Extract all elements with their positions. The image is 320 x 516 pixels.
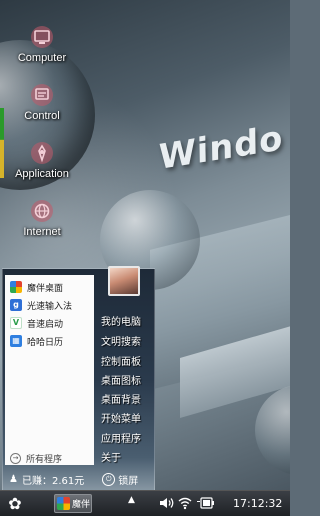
menu-item-applications[interactable]: 应用程序 xyxy=(101,430,141,445)
computer-icon xyxy=(31,26,53,48)
lock-screen-button[interactable]: 锁屏 xyxy=(118,472,138,487)
haha-calendar-app-icon: ▦ xyxy=(10,335,22,347)
mobanzhuomian-app-icon xyxy=(10,281,22,293)
internet-icon xyxy=(31,200,53,222)
wallpaper-windows-text: Windo xyxy=(158,117,284,179)
control-panel-icon xyxy=(31,84,53,106)
desktop-icon-label: Internet xyxy=(23,226,61,238)
taskbar: ✿ 魔伴 ▲ 17:12:32 xyxy=(0,490,290,516)
app-item-label: 音速启动 xyxy=(27,319,64,330)
desktop-icon-application[interactable]: Application xyxy=(2,140,82,180)
app-item-label: 哈哈日历 xyxy=(27,337,64,348)
start-menu: 魔伴桌面 g 光速输入法 V 音速启动 ▦ 哈哈日历 → 所有程序 我的电脑 文… xyxy=(2,266,155,492)
menu-item-desktop-icons[interactable]: 桌面图标 xyxy=(101,372,141,387)
desktop-icon-label: Control xyxy=(24,110,60,122)
menu-item-control-panel[interactable]: 控制面板 xyxy=(101,353,141,368)
app-item-label: 魔伴桌面 xyxy=(27,283,64,294)
wallpaper-sphere xyxy=(255,385,290,475)
taskbar-clock[interactable]: 17:12:32 xyxy=(233,497,282,510)
desktop-icon-label: Computer xyxy=(17,52,67,64)
desktop-icon-label: Application xyxy=(15,168,69,180)
money-bag-icon: ♟ xyxy=(9,473,18,485)
guangsu-input-app-icon: g xyxy=(10,299,22,311)
menu-item-start-menu[interactable]: 开始菜单 xyxy=(101,410,141,425)
app-item-guangsu-input[interactable]: g 光速输入法 xyxy=(10,297,72,313)
app-item-yinsu-launch[interactable]: V 音速启动 xyxy=(10,315,63,331)
start-menu-footer: ♟ 已赚：2.61元 ⏻ 锁屏 xyxy=(5,470,152,488)
earnings-label: 已赚：2.61元 xyxy=(21,475,85,487)
desktop-icon-control[interactable]: Control xyxy=(2,82,82,122)
start-menu-app-list: 魔伴桌面 g 光速输入法 V 音速启动 ▦ 哈哈日历 → 所有程序 xyxy=(5,275,94,465)
user-avatar[interactable] xyxy=(108,266,140,296)
wifi-icon[interactable] xyxy=(178,496,192,510)
yinsu-launch-app-icon: V xyxy=(10,317,22,329)
tray-expand-arrow-icon[interactable]: ▲ xyxy=(128,495,135,505)
all-programs-label: 所有程序 xyxy=(26,455,63,465)
volume-icon[interactable] xyxy=(159,496,175,510)
arrow-right-icon: → xyxy=(10,453,21,464)
all-programs-button[interactable]: → 所有程序 xyxy=(10,452,62,465)
desktop-icon-internet[interactable]: Internet xyxy=(2,198,82,238)
mobanzhuomian-app-icon xyxy=(57,497,70,510)
app-item-haha-calendar[interactable]: ▦ 哈哈日历 xyxy=(10,333,63,349)
power-icon[interactable]: ⏻ xyxy=(102,472,116,486)
menu-item-search[interactable]: 文明搜索 xyxy=(101,333,141,348)
taskbar-app-label: 魔伴 xyxy=(72,500,91,510)
menu-item-my-computer[interactable]: 我的电脑 xyxy=(101,313,141,328)
application-icon xyxy=(31,142,53,164)
battery-icon[interactable] xyxy=(197,497,217,509)
clover-start-icon: ✿ xyxy=(8,494,22,513)
start-button[interactable]: ✿ xyxy=(5,494,25,514)
desktop-icon-computer[interactable]: Computer xyxy=(2,24,82,64)
menu-item-desktop-background[interactable]: 桌面背景 xyxy=(101,391,141,406)
taskbar-app-moban[interactable]: 魔伴 xyxy=(54,494,92,513)
app-item-mobanzhuomian[interactable]: 魔伴桌面 xyxy=(10,279,63,295)
menu-item-about[interactable]: 关于 xyxy=(101,449,121,464)
app-item-label: 光速输入法 xyxy=(27,301,73,312)
